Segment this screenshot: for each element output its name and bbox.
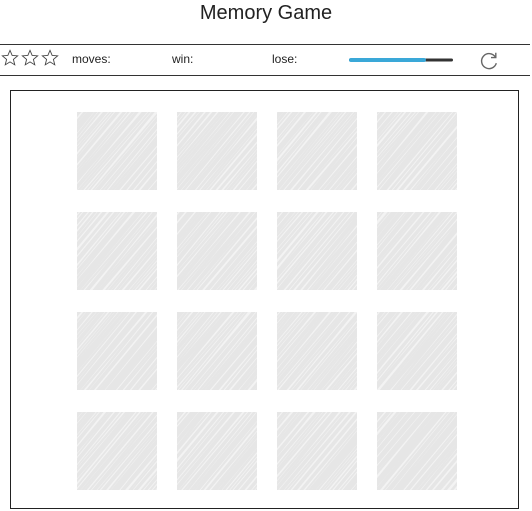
memory-card[interactable] [176, 411, 258, 491]
memory-card[interactable] [76, 211, 158, 291]
star-icon [1, 49, 19, 66]
card-back-pattern [277, 312, 357, 390]
lose-label: lose: [272, 52, 298, 66]
card-back-pattern [177, 112, 257, 190]
memory-card[interactable] [276, 111, 358, 191]
card-back-pattern [277, 412, 357, 490]
memory-card[interactable] [76, 111, 158, 191]
memory-card[interactable] [376, 111, 458, 191]
restart-icon [480, 52, 497, 70]
memory-card[interactable] [176, 311, 258, 391]
memory-card[interactable] [376, 311, 458, 391]
win-label: win: [172, 52, 194, 66]
star-icon [41, 49, 59, 66]
card-back-pattern [277, 212, 357, 290]
card-back-pattern [77, 212, 157, 290]
memory-card[interactable] [376, 211, 458, 291]
star-icon [21, 49, 39, 66]
card-back-pattern [77, 412, 157, 490]
card-back-pattern [77, 112, 157, 190]
card-back-pattern [377, 112, 457, 190]
memory-card[interactable] [176, 211, 258, 291]
moves-label: moves: [72, 52, 111, 66]
card-back-pattern [277, 112, 357, 190]
game-board [10, 90, 519, 509]
memory-card[interactable] [376, 411, 458, 491]
card-back-pattern [77, 312, 157, 390]
memory-card[interactable] [276, 211, 358, 291]
timer-bar [349, 58, 453, 62]
score-panel: moves: win: lose: [0, 44, 530, 76]
memory-card[interactable] [76, 311, 158, 391]
card-back-pattern [177, 312, 257, 390]
memory-card[interactable] [76, 411, 158, 491]
memory-card[interactable] [276, 311, 358, 391]
card-back-pattern [177, 412, 257, 490]
card-back-pattern [377, 312, 457, 390]
star-rating [1, 49, 59, 67]
page-title: Memory Game [199, 2, 333, 24]
card-back-pattern [377, 212, 457, 290]
timer-fill [349, 58, 426, 62]
memory-card[interactable] [176, 111, 258, 191]
memory-card[interactable] [276, 411, 358, 491]
card-back-pattern [177, 212, 257, 290]
restart-button[interactable] [478, 50, 500, 72]
card-back-pattern [377, 412, 457, 490]
